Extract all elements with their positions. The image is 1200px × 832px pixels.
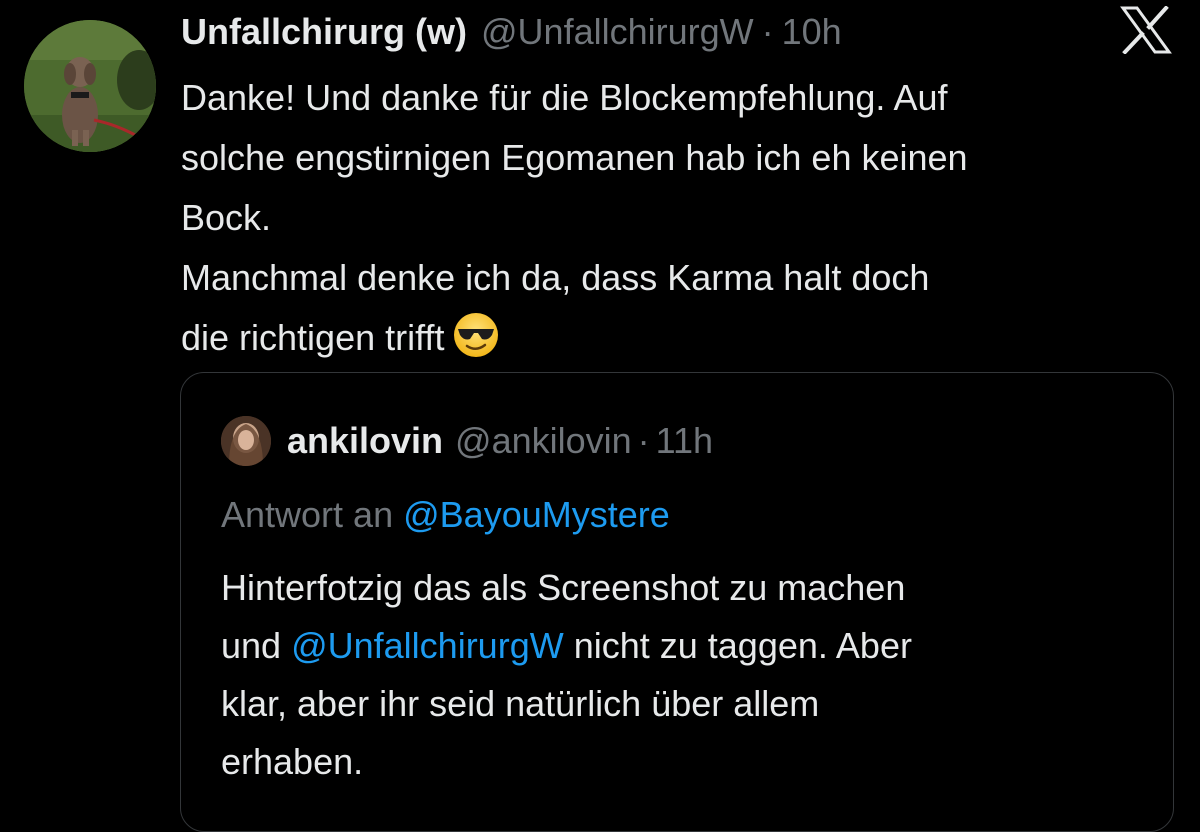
quoted-text-line: erhaben. bbox=[221, 741, 364, 782]
author-avatar[interactable] bbox=[24, 20, 156, 152]
quoted-author-name[interactable]: ankilovin bbox=[287, 420, 443, 462]
reply-context: Antwort an @BayouMystere bbox=[221, 491, 670, 539]
quoted-text-fragment: nicht zu taggen. Aber bbox=[573, 625, 912, 666]
quoted-text-line: klar, aber ihr seid natürlich über allem bbox=[221, 683, 820, 724]
quoted-tweet-text: Hinterfotzig das als Screenshot zu mache… bbox=[221, 559, 912, 791]
quoted-avatar-image bbox=[221, 416, 271, 466]
x-logo-icon bbox=[1120, 6, 1172, 54]
author-handle[interactable]: @UnfallchirurgW bbox=[481, 10, 754, 54]
tweet-header: Unfallchirurg (w) @UnfallchirurgW · 10h bbox=[181, 10, 842, 54]
mention-link[interactable]: @UnfallchirurgW bbox=[291, 625, 564, 666]
author-name[interactable]: Unfallchirurg (w) bbox=[181, 10, 467, 54]
dog-avatar-image bbox=[24, 20, 156, 152]
tweet-text-line: Danke! Und danke für die Blockempfehlung… bbox=[181, 77, 948, 118]
header-separator: · bbox=[761, 11, 774, 52]
quoted-text-fragment: und bbox=[221, 625, 282, 666]
tweet-text: Danke! Und danke für die Blockempfehlung… bbox=[181, 68, 1171, 368]
quoted-tweet-header: ankilovin @ankilovin · 11h bbox=[221, 413, 713, 469]
tweet-text-line: Bock. bbox=[181, 197, 272, 238]
tweet-timestamp[interactable]: 10h bbox=[782, 10, 842, 54]
tweet-text-fragment: die richtigen trifft bbox=[181, 317, 445, 358]
reply-context-label: Antwort an bbox=[221, 494, 394, 535]
quoted-text-line: und @UnfallchirurgW nicht zu taggen. Abe… bbox=[221, 617, 912, 675]
reply-mention-link[interactable]: @BayouMystere bbox=[403, 494, 670, 535]
quoted-header-separator: · bbox=[637, 420, 650, 461]
quoted-tweet-timestamp[interactable]: 11h bbox=[656, 420, 713, 462]
quoted-tweet-card[interactable]: ankilovin @ankilovin · 11h Antwort an @B… bbox=[180, 372, 1174, 832]
tweet-text-line: Manchmal denke ich da, dass Karma halt d… bbox=[181, 257, 930, 298]
tweet-text-line: solche engstirnigen Egomanen hab ich eh … bbox=[181, 137, 968, 178]
sunglasses-emoji-icon bbox=[454, 313, 499, 357]
quoted-author-avatar[interactable] bbox=[221, 416, 271, 466]
quoted-author-handle[interactable]: @ankilovin bbox=[455, 420, 632, 462]
quoted-text-line: Hinterfotzig das als Screenshot zu mache… bbox=[221, 567, 906, 608]
tweet-text-line-last: die richtigen trifft bbox=[181, 308, 1171, 368]
